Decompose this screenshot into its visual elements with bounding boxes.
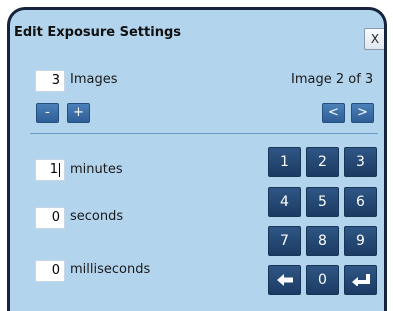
minutes-value: 1 — [49, 162, 58, 177]
text-cursor — [59, 162, 60, 177]
next-image-button[interactable]: > — [351, 103, 374, 123]
milliseconds-field[interactable]: 0 — [35, 260, 65, 282]
section-divider — [30, 133, 378, 134]
key-8[interactable]: 8 — [306, 226, 339, 256]
increase-images-button[interactable]: + — [67, 103, 90, 123]
image-indicator: Image 2 of 3 — [291, 72, 374, 87]
decrease-images-button[interactable]: - — [36, 103, 59, 123]
key-2[interactable]: 2 — [306, 147, 339, 177]
key-6[interactable]: 6 — [344, 187, 377, 217]
key-0[interactable]: 0 — [306, 265, 339, 295]
edit-exposure-dialog: Edit Exposure Settings X 3 Images Image … — [7, 7, 387, 311]
images-label: Images — [70, 72, 118, 87]
key-4[interactable]: 4 — [268, 187, 301, 217]
key-9[interactable]: 9 — [344, 226, 377, 256]
enter-return-icon — [351, 272, 370, 288]
seconds-field[interactable]: 0 — [35, 207, 65, 229]
minutes-label: minutes — [70, 162, 123, 177]
key-3[interactable]: 3 — [344, 147, 377, 177]
minutes-field[interactable]: 1 — [35, 159, 65, 181]
key-7[interactable]: 7 — [268, 226, 301, 256]
key-1[interactable]: 1 — [268, 147, 301, 177]
images-count-field[interactable]: 3 — [35, 70, 65, 92]
key-5[interactable]: 5 — [306, 187, 339, 217]
dialog-title: Edit Exposure Settings — [14, 25, 181, 40]
left-arrow-icon — [276, 272, 293, 288]
backspace-key[interactable] — [268, 265, 301, 295]
milliseconds-label: milliseconds — [70, 262, 151, 277]
enter-key[interactable] — [344, 265, 377, 295]
close-button[interactable]: X — [364, 28, 384, 50]
previous-image-button[interactable]: < — [322, 103, 345, 123]
seconds-label: seconds — [70, 209, 124, 224]
